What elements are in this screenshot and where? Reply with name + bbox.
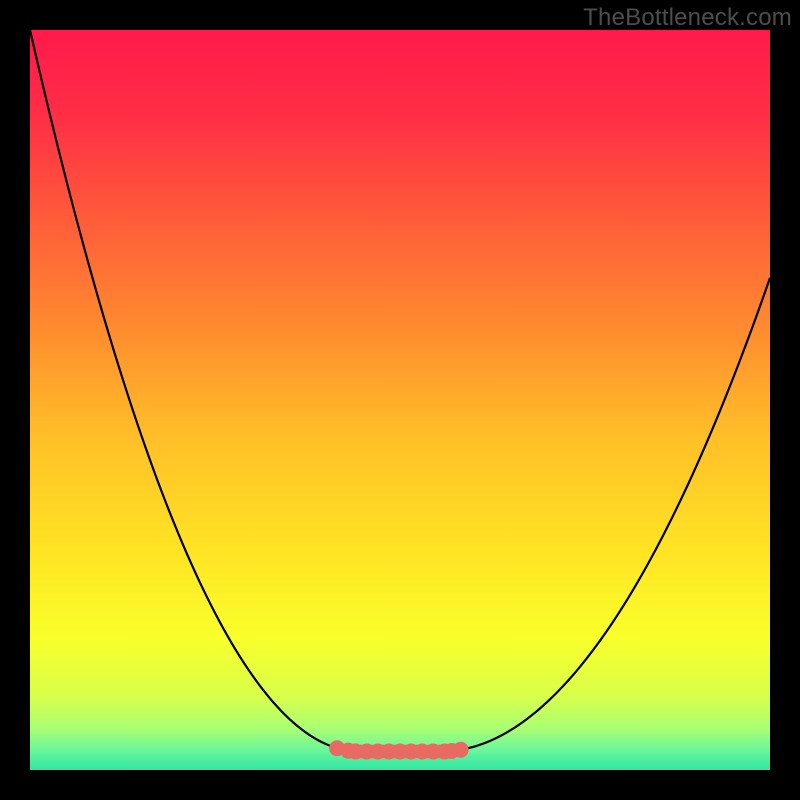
bottleneck-curve: [30, 30, 770, 752]
curve-layer: [30, 30, 770, 770]
outer-frame: TheBottleneck.com: [0, 0, 800, 800]
plot-area: [30, 30, 770, 770]
marker-dot: [425, 744, 441, 760]
marker-dot: [453, 742, 469, 758]
watermark-text: TheBottleneck.com: [583, 4, 792, 32]
